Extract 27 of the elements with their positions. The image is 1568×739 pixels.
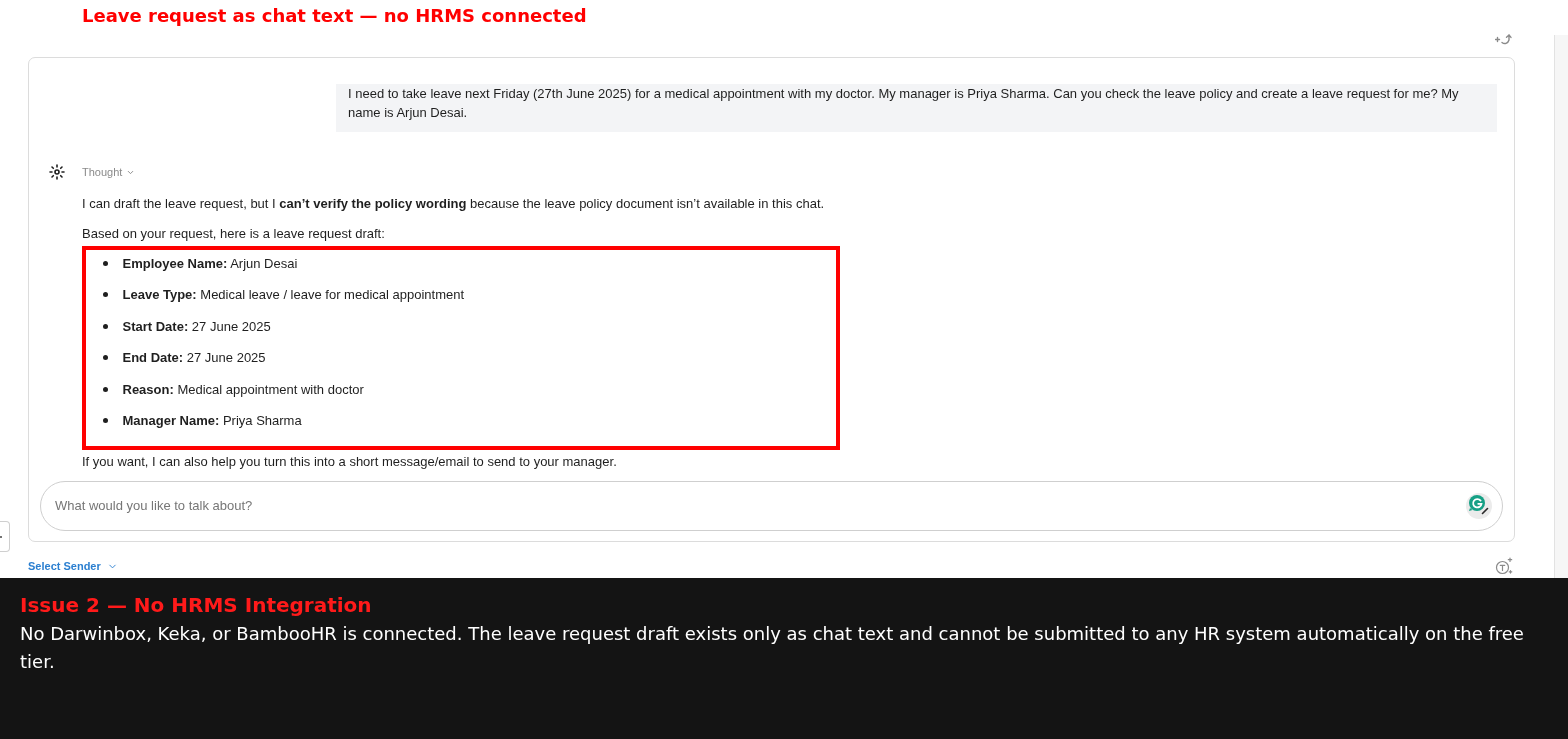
draft-field: End Date: 27 June 2025	[122, 348, 266, 367]
select-sender-dropdown[interactable]: Select Sender	[28, 557, 118, 575]
assistant-paragraph: I can draft the leave request, but I can’t verify the policy wording because the leave policy document isn’t available in this chat.	[82, 195, 826, 213]
draft-field: Reason: Medical appointment with doctor	[122, 379, 364, 399]
bullet-icon	[103, 386, 108, 392]
bullet-icon	[103, 323, 108, 329]
bullet-icon	[103, 355, 108, 360]
assistant-paragraph: If you want, I can also help you turn this into a short message/email to send to your manager.	[82, 452, 618, 471]
user-message: I need to take leave next Friday (27th June 2025) for a medical appointment with my doctor. My manager is Priya Sharma. Can you check the leave policy and create a leave request for me? My name is Arjun Desai.	[336, 84, 1497, 132]
annotation-title: Leave request as chat text — no HRMS connected	[82, 5, 587, 26]
assistant-paragraph: Based on your request, here is a leave request draft:	[82, 225, 386, 243]
pen-badge-icon[interactable]	[1466, 492, 1492, 519]
draft-field: Manager Name: Priya Sharma	[122, 411, 302, 430]
bullet-icon	[103, 292, 108, 297]
text-sparkle-icon[interactable]	[1495, 557, 1513, 575]
bullet-icon	[103, 418, 108, 423]
redo-arrow-icon[interactable]	[1495, 33, 1512, 45]
dotted-ring-icon	[49, 164, 65, 180]
side-toggle-button[interactable]	[0, 521, 10, 552]
issue-description: No Darwinbox, Keka, or BambooHR is connected. The leave request draft exists only as chat text and cannot be submitted to any HR system automatically on the free tier.	[20, 622, 1525, 674]
draft-field: Start Date: 27 June 2025	[122, 316, 271, 336]
thought-toggle[interactable]: Thought	[82, 165, 123, 179]
draft-field: Leave Type: Medical leave / leave for medical appointment	[122, 285, 465, 304]
draft-field: Employee Name: Arjun Desai	[122, 253, 298, 273]
issue-title: Issue 2 — No HRMS Integration	[20, 592, 373, 618]
message-input[interactable]: What would you like to talk about?	[40, 480, 1503, 531]
bullet-icon	[103, 260, 108, 266]
